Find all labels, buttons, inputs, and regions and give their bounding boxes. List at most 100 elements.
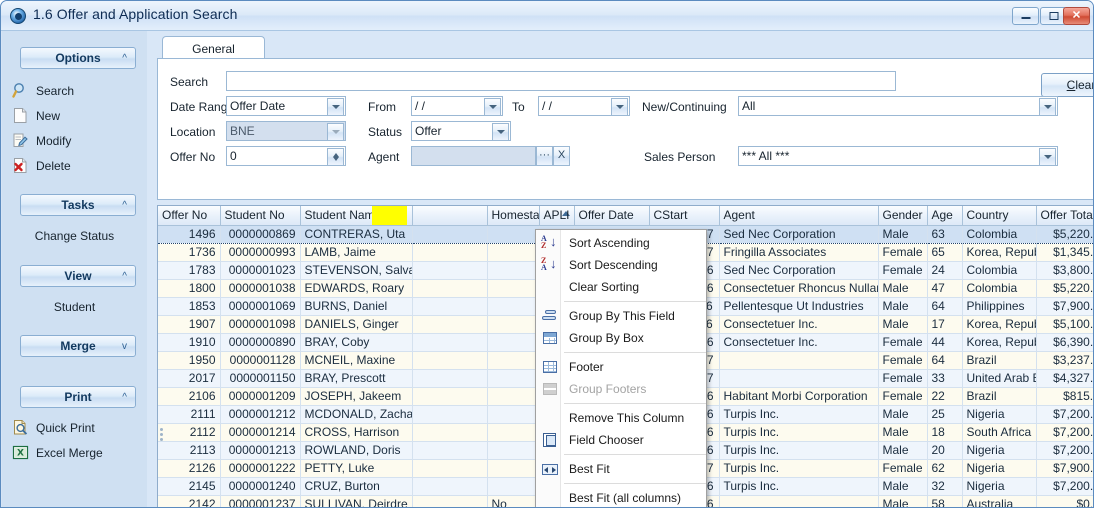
chevron-down-icon[interactable]	[327, 123, 344, 140]
cell-country: Philippines	[962, 297, 1037, 316]
to-date-input[interactable]: / /	[538, 96, 630, 116]
cell-agent	[719, 351, 879, 370]
status-select[interactable]: Offer	[411, 121, 511, 141]
column-header-apli[interactable]: APLI	[539, 206, 575, 226]
column-header-offer_no[interactable]: Offer No	[158, 206, 221, 226]
menu-item-footer[interactable]: Footer	[536, 356, 706, 378]
grid-splitter-handle[interactable]	[160, 426, 165, 448]
sales-person-select[interactable]: *** All ***	[738, 146, 1058, 166]
cell-offer_no: 1783	[158, 261, 221, 280]
sidebar-group-print[interactable]: Print ^	[20, 386, 136, 408]
menu-item-clear-sorting[interactable]: Clear Sorting	[536, 276, 706, 298]
cell-gender: Male	[878, 423, 928, 442]
date-range-select[interactable]: Offer Date	[226, 96, 346, 116]
sidebar: Options ^ Search New Modify Delete Tasks…	[2, 31, 147, 507]
agent-input[interactable]	[411, 146, 536, 166]
menu-item-best-fit-all-columns-label: Best Fit (all columns)	[569, 491, 682, 505]
date-range-label: Date Range	[170, 100, 235, 114]
sidebar-item-delete[interactable]: Delete	[14, 158, 71, 173]
chevron-down-icon[interactable]	[327, 98, 344, 115]
field-chooser-icon	[541, 432, 558, 448]
cell-blank	[412, 261, 488, 280]
menu-item-group-by-box[interactable]: Group By Box	[536, 327, 706, 349]
column-header-gender[interactable]: Gender	[878, 206, 928, 226]
sidebar-group-options[interactable]: Options ^	[20, 47, 136, 69]
clear-button[interactable]: Clear	[1041, 73, 1093, 97]
sidebar-item-excel-merge[interactable]: X Excel Merge	[12, 445, 103, 460]
agent-clear-button[interactable]: X	[553, 146, 570, 166]
cell-student_no: 0000001214	[220, 423, 301, 442]
sidebar-group-tasks[interactable]: Tasks ^	[20, 194, 136, 216]
from-date-input[interactable]: / /	[411, 96, 503, 116]
chevron-up-icon: ^	[122, 392, 127, 403]
cell-homestay	[487, 224, 540, 244]
cell-gender: Male	[878, 224, 928, 244]
cell-student_no: 0000001213	[220, 441, 301, 460]
cell-age: 62	[927, 459, 963, 478]
cell-blank	[412, 351, 488, 370]
column-header-offer_date[interactable]: Offer Date	[574, 206, 650, 226]
cell-homestay	[487, 405, 540, 424]
best-fit-icon	[541, 461, 558, 477]
menu-item-group-by-this-field[interactable]: Group By This Field	[536, 305, 706, 327]
menu-item-best-fit[interactable]: Best Fit	[536, 458, 706, 480]
cell-gender: Male	[878, 477, 928, 496]
column-header-cstart[interactable]: CStart	[649, 206, 720, 226]
cell-country: Nigeria	[962, 459, 1037, 478]
offer-no-label: Offer No	[170, 150, 216, 164]
column-header-offer_total[interactable]: Offer Total	[1036, 206, 1093, 226]
location-select[interactable]: BNE	[226, 121, 346, 141]
chevron-down-icon[interactable]	[492, 123, 509, 140]
sidebar-group-view[interactable]: View ^	[20, 265, 136, 287]
sidebar-item-new[interactable]: New	[14, 108, 60, 123]
menu-item-sort-descending[interactable]: Z A ↓ Sort Descending	[536, 254, 706, 276]
cell-blank	[412, 495, 488, 507]
cell-offer_total: $7,200.00	[1036, 405, 1093, 424]
column-header-homestay[interactable]: Homestay	[487, 206, 540, 226]
minimize-button[interactable]	[1012, 7, 1039, 25]
calendar-dropdown-icon[interactable]	[611, 98, 628, 115]
new-continuing-select[interactable]: All	[738, 96, 1058, 116]
cell-offer_no: 1496	[158, 224, 221, 244]
close-button[interactable]: ✕	[1063, 7, 1090, 25]
cell-offer_total: $7,200.00	[1036, 477, 1093, 496]
cell-country: Australia	[962, 495, 1037, 507]
menu-item-group-by-box-label: Group By Box	[569, 331, 644, 345]
sidebar-item-student[interactable]: Student	[2, 300, 147, 314]
cell-offer_total: $3,237.00	[1036, 351, 1093, 370]
location-label: Location	[170, 125, 216, 139]
calendar-dropdown-icon[interactable]	[484, 98, 501, 115]
menu-item-remove-this-column[interactable]: Remove This Column	[536, 407, 706, 429]
cell-offer_total: $5,220.00	[1036, 279, 1093, 298]
cell-student_no: 0000001069	[220, 297, 301, 316]
menu-item-sort-ascending[interactable]: A Z ↓ Sort Ascending	[536, 232, 706, 254]
sidebar-item-quick-print[interactable]: Quick Print	[14, 420, 95, 435]
sidebar-item-modify[interactable]: Modify	[13, 133, 71, 148]
chevron-down-icon[interactable]	[1039, 98, 1056, 115]
column-header-age[interactable]: Age	[927, 206, 963, 226]
offer-no-input[interactable]: 0	[226, 146, 346, 166]
sidebar-item-change-status[interactable]: Change Status	[2, 229, 147, 243]
sidebar-group-merge[interactable]: Merge v	[20, 335, 136, 357]
agent-lookup-button[interactable]: ···	[536, 146, 553, 166]
menu-item-best-fit-all-columns[interactable]: Best Fit (all columns)	[536, 487, 706, 507]
cell-agent	[719, 369, 879, 388]
column-header-agent[interactable]: Agent	[719, 206, 879, 226]
cell-homestay	[487, 477, 540, 496]
cell-age: 20	[927, 441, 963, 460]
cell-agent: Turpis Inc.	[719, 405, 879, 424]
window-title: 1.6 Offer and Application Search	[33, 6, 238, 22]
column-header-country[interactable]: Country	[962, 206, 1037, 226]
cell-offer_total: $6,390.00	[1036, 333, 1093, 352]
chevron-down-icon[interactable]	[1039, 148, 1056, 165]
cell-agent: Turpis Inc.	[719, 477, 879, 496]
menu-item-field-chooser[interactable]: Field Chooser	[536, 429, 706, 451]
column-header-student_no[interactable]: Student No	[220, 206, 301, 226]
sidebar-item-search[interactable]: Search	[12, 83, 74, 98]
cell-gender: Female	[878, 351, 928, 370]
column-header-blank[interactable]	[412, 206, 488, 226]
spinner-up-down-icon[interactable]	[327, 148, 344, 165]
search-input[interactable]	[226, 71, 896, 91]
menu-item-group-footers: Group Footers	[536, 378, 706, 400]
close-icon: ✕	[1071, 9, 1082, 22]
